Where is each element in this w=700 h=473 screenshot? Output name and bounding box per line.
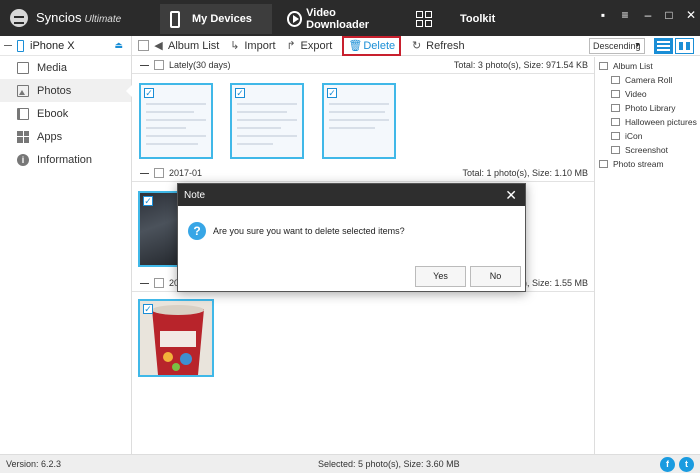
question-icon: ? [188,222,206,240]
photo-checkbox[interactable]: ✓ [327,88,337,98]
dialog-message: Are you sure you want to delete selected… [213,226,405,236]
photo-checkbox[interactable]: ✓ [143,196,153,206]
photo-checkbox[interactable]: ✓ [144,88,154,98]
photo-checkbox[interactable]: ✓ [235,88,245,98]
photo-checkbox[interactable]: ✓ [143,304,153,314]
modal-overlay: Note ✕ ? Are you sure you want to delete… [0,0,700,473]
dialog-header: Note [178,184,525,206]
no-button[interactable]: No [470,266,521,287]
dialog-title: Note [184,189,206,201]
dialog-body: ? Are you sure you want to delete select… [188,222,405,240]
confirm-dialog: Note ✕ ? Are you sure you want to delete… [177,183,526,292]
dialog-close-icon[interactable]: ✕ [505,187,517,203]
yes-button[interactable]: Yes [415,266,466,287]
